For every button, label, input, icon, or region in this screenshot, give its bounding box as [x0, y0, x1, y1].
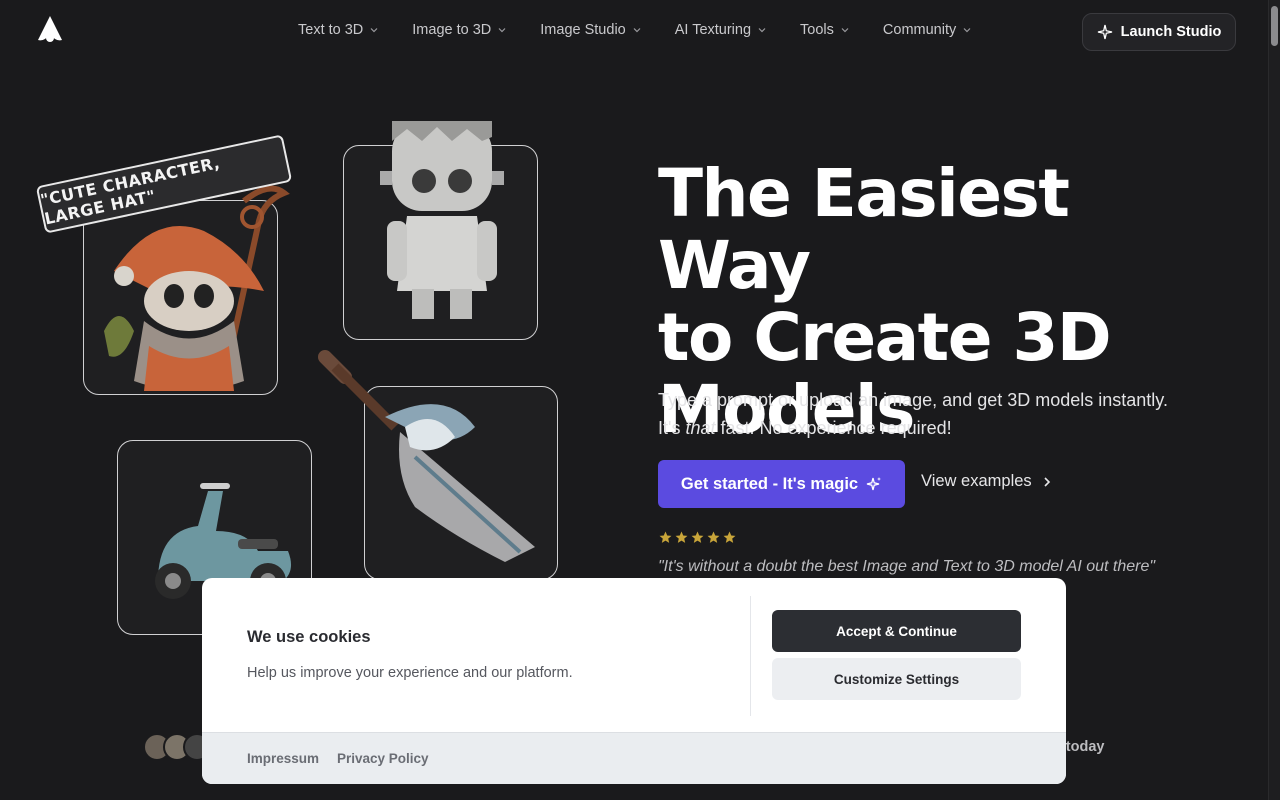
- scrollbar-thumb[interactable]: [1271, 6, 1278, 46]
- hero-title-line: to Create 3D: [658, 299, 1112, 376]
- nav-item-label: Image Studio: [540, 22, 626, 38]
- nav-item-ai-texturing[interactable]: AI Texturing: [675, 22, 766, 38]
- subtitle-emphasis: that: [685, 418, 716, 438]
- launch-studio-label: Launch Studio: [1120, 24, 1222, 40]
- nav-item-label: AI Texturing: [674, 22, 752, 38]
- hero-subtitle: Type a prompt or upload an image, and ge…: [658, 386, 1218, 442]
- star-icon: [691, 531, 704, 543]
- hero-subtitle-line: It's that fast. No experience required!: [658, 414, 1218, 442]
- star-icon: [723, 531, 736, 543]
- chevron-down-icon: [841, 28, 849, 33]
- chevron-down-icon: [758, 28, 766, 33]
- nav-item-label: Community: [882, 22, 957, 38]
- chevron-down-icon: [498, 28, 506, 33]
- cookie-footer: Impressum Privacy Policy: [202, 732, 1066, 784]
- logo-icon[interactable]: [36, 14, 64, 44]
- privacy-policy-link[interactable]: Privacy Policy: [337, 751, 429, 766]
- star-icon: [659, 531, 672, 543]
- star-icon: [675, 531, 688, 543]
- sparkle-icon: [1097, 24, 1112, 40]
- impressum-link[interactable]: Impressum: [247, 751, 319, 766]
- customize-settings-button[interactable]: Customize Settings: [772, 658, 1021, 700]
- nav-item-text-to-3d[interactable]: Text to 3D: [298, 22, 378, 38]
- divider: [750, 596, 751, 716]
- chevron-down-icon: [370, 28, 378, 33]
- view-examples-label: View examples: [921, 472, 1032, 490]
- get-started-button[interactable]: Get started - It's magic: [658, 460, 905, 508]
- sparkle-icon: [866, 477, 882, 491]
- chevron-right-icon: [1044, 476, 1050, 487]
- model-card-frankenstein: [343, 121, 538, 340]
- nav-item-image-to-3d[interactable]: Image to 3D: [412, 22, 506, 38]
- nav-item-community[interactable]: Community: [883, 22, 971, 38]
- model-card-wizard: [83, 185, 290, 395]
- hero-title-line: The Easiest Way: [658, 155, 1070, 304]
- cookie-text: Help us improve your experience and our …: [247, 665, 573, 681]
- chevron-down-icon: [633, 28, 641, 33]
- chevron-down-icon: [963, 28, 971, 33]
- sword-model-image: [318, 350, 535, 562]
- cookie-banner: We use cookies Help us improve your expe…: [202, 578, 1066, 784]
- nav-links: Text to 3D Image to 3D Image Studio AI T…: [298, 22, 1005, 38]
- view-examples-link[interactable]: View examples: [921, 472, 1052, 491]
- testimonial-quote: "It's without a doubt the best Image and…: [658, 558, 1156, 575]
- model-card-sword: [318, 350, 558, 580]
- user-avatars: [143, 733, 211, 761]
- nav-item-label: Image to 3D: [412, 22, 492, 38]
- cookie-title: We use cookies: [247, 628, 371, 646]
- hero-subtitle-line: Type a prompt or upload an image, and ge…: [658, 390, 1168, 410]
- subtitle-post: fast. No experience required!: [715, 418, 952, 438]
- rating-stars: [659, 531, 736, 544]
- nav-item-image-studio[interactable]: Image Studio: [540, 22, 641, 38]
- frankenstein-model-image: [380, 121, 504, 319]
- get-started-label: Get started - It's magic: [680, 474, 859, 493]
- scrollbar[interactable]: [1268, 0, 1280, 800]
- subtitle-pre: It's: [658, 418, 686, 438]
- accept-continue-button[interactable]: Accept & Continue: [772, 610, 1021, 652]
- star-icon: [707, 531, 720, 543]
- nav-item-tools[interactable]: Tools: [800, 22, 849, 38]
- nav-item-label: Tools: [800, 22, 834, 38]
- launch-studio-button[interactable]: Launch Studio: [1082, 13, 1236, 51]
- top-nav: Text to 3D Image to 3D Image Studio AI T…: [0, 0, 1268, 64]
- nav-item-label: Text to 3D: [298, 22, 364, 38]
